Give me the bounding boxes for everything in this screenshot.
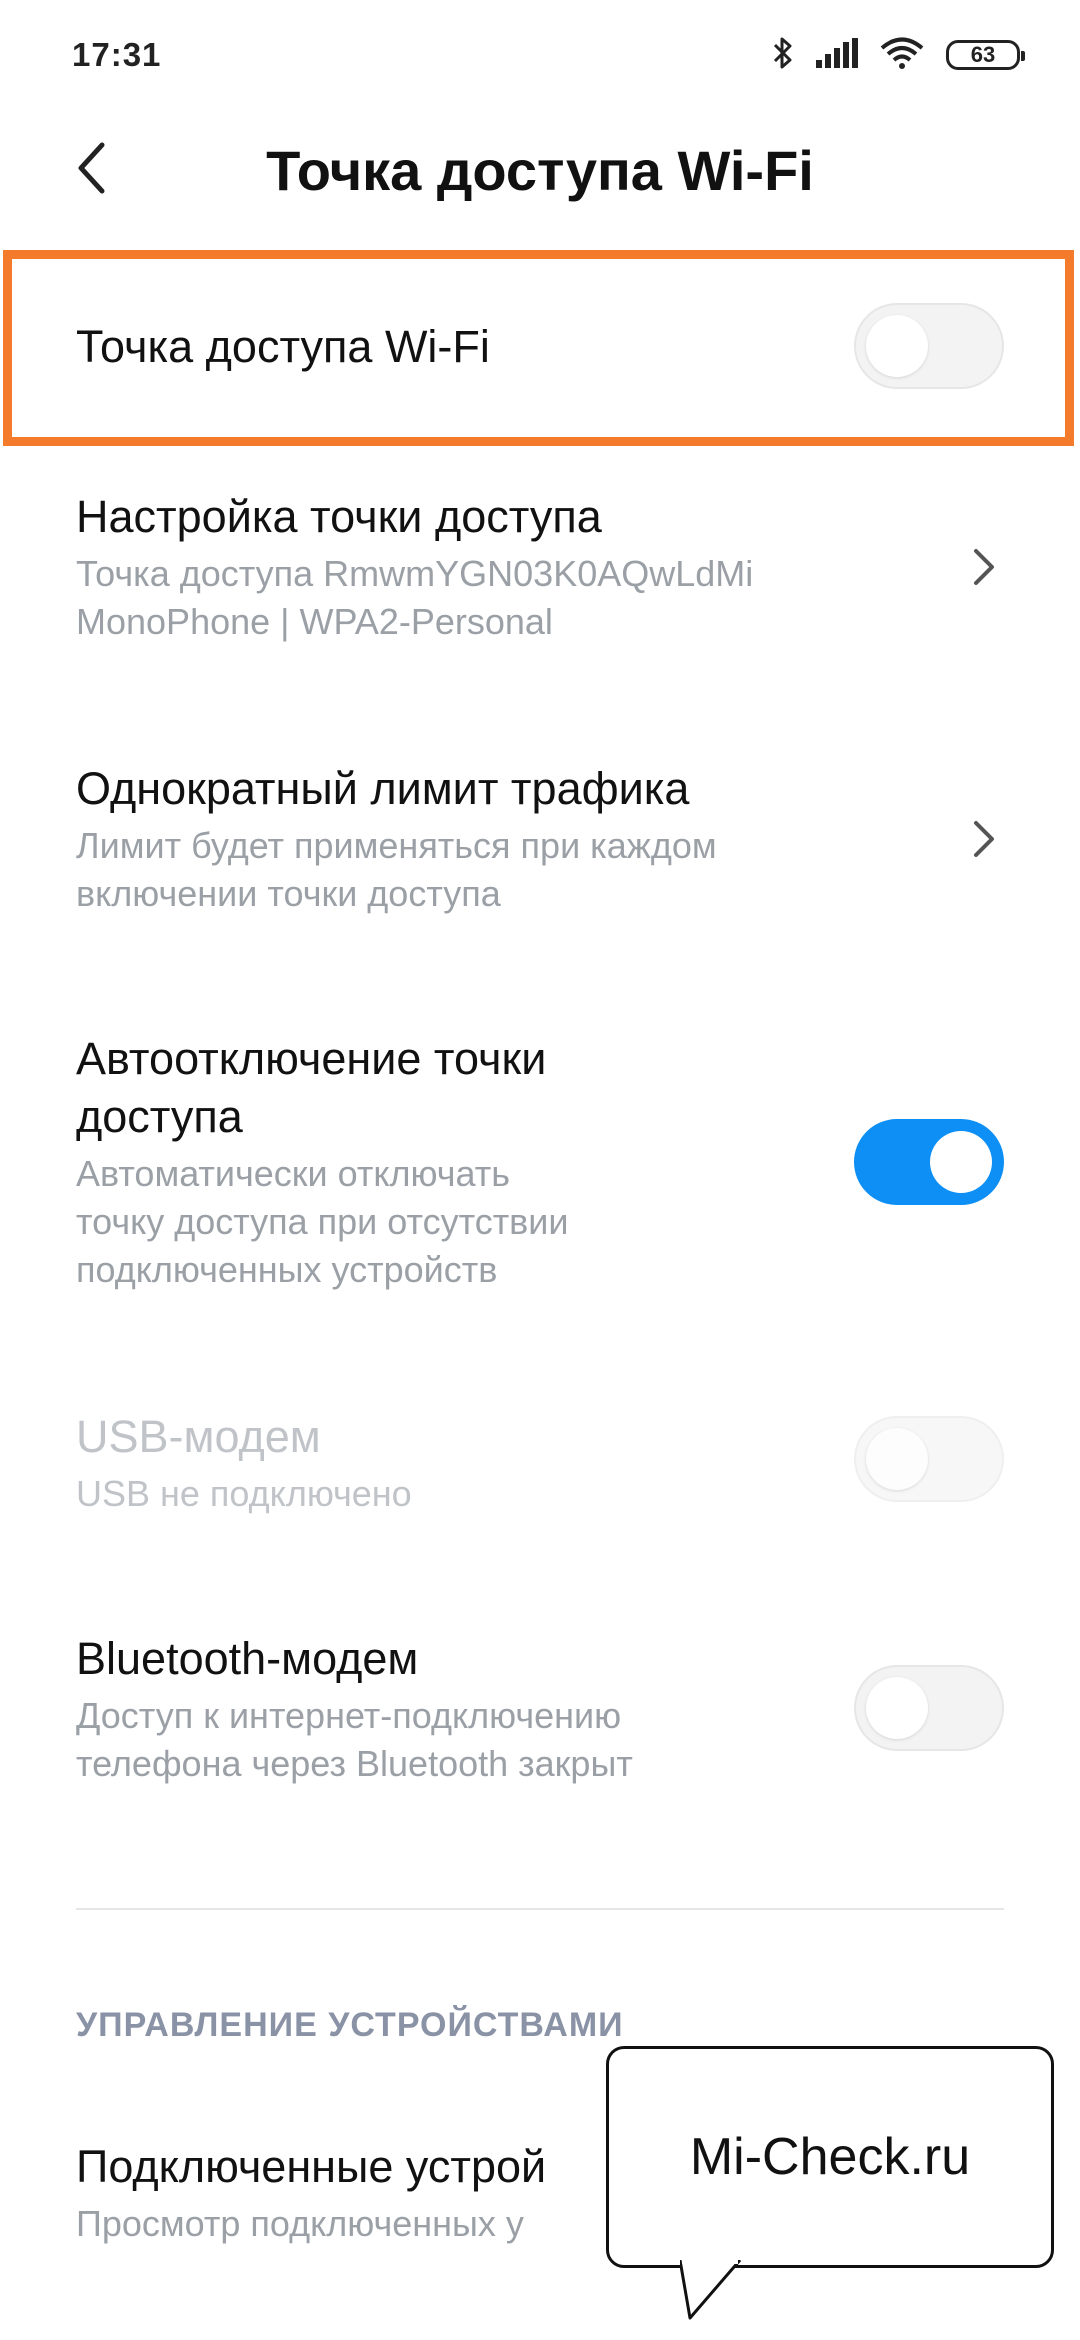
- chevron-left-icon: [76, 142, 108, 199]
- wifi-icon: [880, 37, 924, 74]
- traffic-limit-row[interactable]: Однократный лимит трафика Лимит будет пр…: [76, 760, 1006, 918]
- watermark-text: Mi-Check.ru: [689, 2128, 971, 2186]
- chevron-right-icon: [964, 809, 1004, 869]
- hotspot-setup-subtitle: Точка доступа RmwmYGN03K0AQwLdMi MonoPho…: [76, 553, 754, 642]
- signal-icon: [816, 37, 858, 73]
- chevron-right-icon: [964, 537, 1004, 597]
- status-time: 17:31: [72, 36, 162, 73]
- toggle-knob: [866, 1677, 928, 1739]
- back-button[interactable]: [62, 138, 122, 202]
- watermark-callout: Mi-Check.ru: [606, 2046, 1054, 2268]
- page-title: Точка доступа Wi-Fi: [266, 138, 814, 202]
- toggle-knob: [866, 1428, 928, 1490]
- battery-level: 63: [970, 42, 996, 67]
- usb-modem-toggle[interactable]: [854, 1416, 1004, 1502]
- app-header: Точка доступа Wi-Fi: [0, 110, 1080, 230]
- auto-off-toggle[interactable]: [854, 1119, 1004, 1205]
- bluetooth-icon: [772, 35, 794, 76]
- hotspot-setup-row[interactable]: Настройка точки доступа Точка доступа Rm…: [76, 488, 1006, 646]
- toggle-knob: [930, 1131, 992, 1193]
- bt-modem-toggle[interactable]: [854, 1665, 1004, 1751]
- status-bar: 17:31 63: [0, 0, 1080, 110]
- status-icons: 63: [772, 35, 1025, 76]
- toggle-knob: [866, 315, 928, 377]
- traffic-limit-subtitle: Лимит будет применяться при каждом включ…: [76, 825, 717, 914]
- traffic-limit-title: Однократный лимит трафика: [76, 763, 690, 814]
- callout-tail: [678, 2259, 750, 2325]
- auto-off-title: Автоотключение точки доступа: [76, 1033, 547, 1142]
- section-label: УПРАВЛЕНИЕ УСТРОЙСТВАМИ: [76, 2006, 624, 2044]
- hotspot-setup-title: Настройка точки доступа: [76, 491, 602, 542]
- battery-icon: 63: [946, 40, 1025, 70]
- divider: [76, 1908, 1004, 1910]
- hotspot-toggle[interactable]: [854, 303, 1004, 389]
